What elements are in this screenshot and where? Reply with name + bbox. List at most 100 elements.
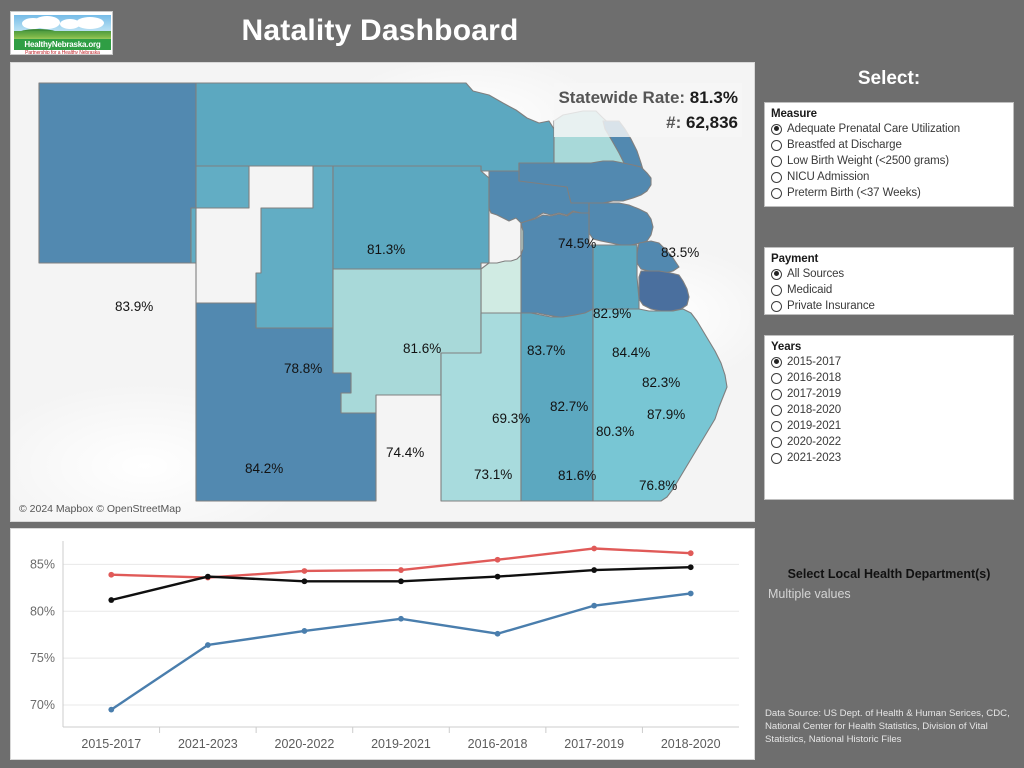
radio-button-icon[interactable] [771,404,782,416]
chart-ytick-label: 80% [30,604,55,618]
chart-point-blue-series[interactable] [494,630,501,637]
radio-button-icon[interactable] [771,171,782,183]
years-option-list[interactable]: 2015-2017 2016-2018 2017-2019 2018-2020 2019… [771,354,1007,466]
radio-button-icon[interactable] [771,284,782,296]
chart-point-red-series[interactable] [687,550,694,557]
chart-point-black-series[interactable] [591,567,598,573]
page-title: Natality Dashboard [241,14,519,47]
measure-option-4[interactable]: Preterm Birth (<37 Weeks) [771,185,1007,201]
chart-point-blue-series[interactable] [398,615,404,622]
radio-button-icon[interactable] [771,123,782,135]
region-value-panhandle: 83.9% [115,299,154,314]
chart-point-red-series[interactable] [398,567,404,573]
years-option-6[interactable]: 2021-2023 [771,450,1007,466]
region-value-west-central: 81.3% [367,242,406,257]
measure-option-2[interactable]: Low Birth Weight (<2500 grams) [771,153,1007,169]
region-sarpy-cass[interactable] [592,244,640,310]
chart-point-blue-series[interactable] [687,590,694,597]
years-option-label: 2017-2019 [787,388,842,400]
chart-point-black-series[interactable] [204,573,211,580]
chart-ytick-label: 75% [30,651,55,665]
measure-option-label: NICU Admission [787,171,870,183]
years-heading: Years [771,341,802,353]
chart-point-blue-series[interactable] [591,602,598,609]
measure-option-0[interactable]: Adequate Prenatal Care Utilization [771,121,1007,137]
radio-button-icon[interactable] [771,356,782,368]
measure-heading: Measure [771,108,817,120]
region-south-heartland[interactable] [520,211,594,318]
region-value-loup-basin: 74.4% [386,445,425,460]
filters-sidebar: Select: Measure Adequate Prenatal Care U… [760,62,1018,762]
map-attribution: © 2024 Mapbox © OpenStreetMap [19,503,181,515]
region-douglas[interactable] [638,270,690,312]
region-value-elkhorn: 83.7% [527,343,566,358]
region-value-north-central: 74.5% [558,236,597,251]
years-option-label: 2018-2020 [787,404,842,416]
chart-point-blue-series[interactable] [301,628,308,634]
payment-option-label: Medicaid [787,284,833,296]
region-panhandle[interactable] [38,82,197,264]
region-value-central: 81.6% [403,341,442,356]
chart-point-black-series[interactable] [108,597,115,603]
measure-filter-card[interactable]: Measure Adequate Prenatal Care Utilizati… [764,102,1014,207]
radio-button-icon[interactable] [771,436,782,448]
chart-point-black-series[interactable] [301,578,308,585]
region-value-east-central: 84.4% [612,345,651,360]
chart-xtick-label: 2020-2022 [275,737,335,751]
trend-line-chart[interactable]: 70% 75% 80% 85% 2015-2017 2021-2023 2020-2022 2… [11,529,754,759]
payment-option-0[interactable]: All Sources [771,266,1007,282]
payment-option-list[interactable]: All Sources Medicaid Private Insurance [771,266,1007,314]
chart-point-blue-series[interactable] [204,642,211,648]
years-option-1[interactable]: 2016-2018 [771,370,1007,386]
region-southeast[interactable] [592,308,728,502]
region-west-central[interactable] [195,82,555,172]
healthy-nebraska-logo: HealthyNebraska.org Partnership for a He… [10,11,113,55]
years-option-2[interactable]: 2017-2019 [771,386,1007,402]
measure-option-3[interactable]: NICU Admission [771,169,1007,185]
years-option-0[interactable]: 2015-2017 [771,354,1007,370]
payment-option-1[interactable]: Medicaid [771,282,1007,298]
region-east-central[interactable] [588,202,654,246]
chart-point-red-series[interactable] [591,545,598,552]
radio-button-icon[interactable] [771,268,782,280]
years-option-4[interactable]: 2019-2021 [771,418,1007,434]
radio-button-icon[interactable] [771,300,782,312]
region-value-three-rivers: 82.3% [642,375,681,390]
statewide-summary: Statewide Rate: 81.3% #: 62,836 [554,83,742,137]
sidebar-title: Select: [857,68,921,89]
payment-option-label: Private Insurance [787,300,875,312]
radio-button-icon[interactable] [771,388,782,400]
data-source-note: Data Source: US Dept. of Health & Human … [765,708,1010,745]
chart-point-black-series[interactable] [494,573,501,580]
region-value-four-corners: 69.3% [492,411,531,426]
measure-option-label: Low Birth Weight (<2500 grams) [787,155,950,167]
years-option-3[interactable]: 2018-2020 [771,402,1007,418]
years-filter-card[interactable]: Years 2015-2017 2016-2018 2017-2019 2018-20… [764,335,1014,500]
radio-button-icon[interactable] [771,372,782,384]
radio-button-icon[interactable] [771,420,782,432]
statewide-rate-value: 81.3% [689,88,738,107]
years-option-label: 2016-2018 [787,372,842,384]
measure-option-list[interactable]: Adequate Prenatal Care Utilization Breast… [771,121,1007,201]
radio-button-icon[interactable] [771,187,782,199]
local-health-department-value[interactable]: Multiple values [768,587,1018,601]
local-health-department-label: Select Local Health Department(s) [787,567,991,581]
chart-point-red-series[interactable] [108,571,115,578]
payment-filter-card[interactable]: Payment All Sources Medicaid Private Insur… [764,247,1014,315]
radio-button-icon[interactable] [771,155,782,167]
measure-option-1[interactable]: Breastfed at Discharge [771,137,1007,153]
chart-point-blue-series[interactable] [108,706,115,713]
chart-point-black-series[interactable] [398,578,404,585]
radio-button-icon[interactable] [771,452,782,464]
region-value-south-central: 73.1% [474,467,513,482]
payment-option-2[interactable]: Private Insurance [771,298,1007,314]
radio-button-icon[interactable] [771,139,782,151]
chart-point-red-series[interactable] [301,568,308,574]
trend-line-chart-panel[interactable]: 70% 75% 80% 85% 2015-2017 2021-2023 2020-2022 2… [10,528,755,760]
choropleth-map-panel[interactable]: 83.9% 81.3% 74.5% 83.5% 78.8% 81.6% 82.9… [10,62,755,522]
chart-point-black-series[interactable] [687,564,694,571]
region-central[interactable] [332,165,490,270]
chart-point-red-series[interactable] [494,556,501,563]
years-option-5[interactable]: 2020-2022 [771,434,1007,450]
statewide-count-value: 62,836 [686,113,738,132]
